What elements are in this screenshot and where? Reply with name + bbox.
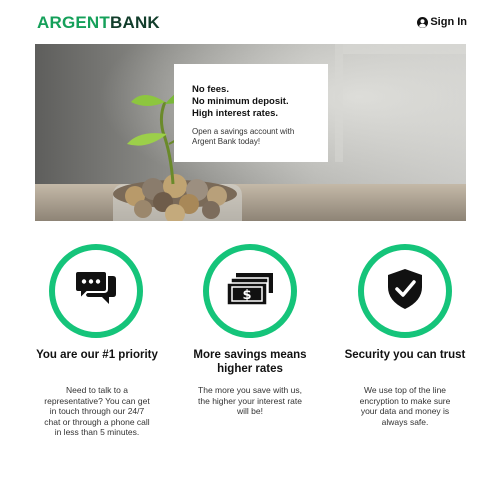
hero-promo-card: No fees. No minimum deposit. High intere… [174,64,328,162]
money-icon: $ [226,272,273,310]
logo-text-argent: ARGENT [37,13,110,32]
sign-in-label: Sign In [430,16,467,28]
hero-line-no-minimum-deposit: No minimum deposit. [192,96,289,107]
sign-in-link[interactable]: Sign In [417,16,467,28]
hero-line-no-fees: No fees. [192,84,229,95]
feature-icon-ring: $ [203,244,297,338]
security-shield-icon [388,268,422,314]
feature-description: The more you save with us, the higher yo… [198,385,302,416]
feature-title: You are our #1 priority [36,349,158,361]
feature-title: More savings means higher rates [193,349,307,375]
logo-text-bank: BANK [109,13,160,32]
feature-icon-ring [49,244,143,338]
hero-subtext: Open a savings account with Argent Bank … [192,127,295,146]
chat-icon [74,269,117,313]
feature-title: Security you can trust [344,349,466,361]
feature-icon-ring [358,244,452,338]
hero-banner: No fees. No minimum deposit. High intere… [35,44,466,221]
user-circle-icon [417,16,429,28]
feature-description: Need to talk to a representative? You ca… [44,385,150,437]
argent-bank-logo[interactable]: ARGENTBANK [37,13,160,33]
svg-text:$: $ [242,288,251,303]
hero-line-high-interest: High interest rates. [192,108,279,119]
main-nav: ARGENTBANK Sign In [0,0,501,44]
feature-description: We use top of the line encryption to mak… [359,385,451,427]
